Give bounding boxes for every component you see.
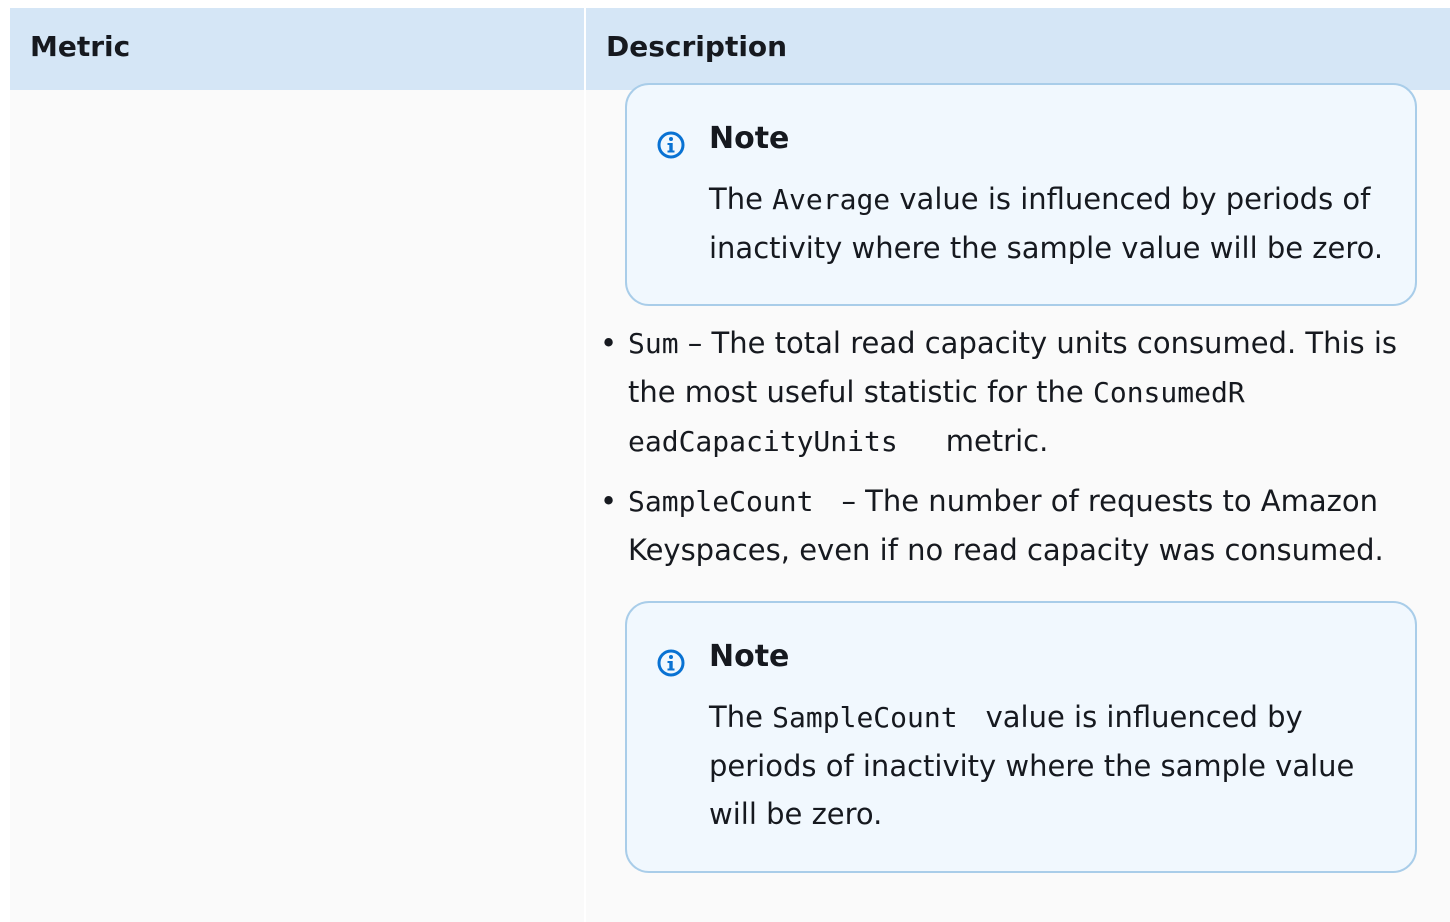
note-text-start: The xyxy=(709,700,773,734)
header-description: Description xyxy=(606,30,788,63)
note-title: Note xyxy=(709,121,790,156)
note-title: Note xyxy=(709,639,790,674)
code-metric-name-part2: eadCapacityUnits xyxy=(628,425,898,458)
bullet-icon: • xyxy=(600,326,618,360)
code-sum: Sum xyxy=(628,327,679,360)
code-samplecount-note: SampleCount xyxy=(772,701,958,734)
note-text: The SampleCount value is influenced by pe… xyxy=(709,693,1399,838)
note-callout-average: Note The Average value is influenced by … xyxy=(625,83,1417,306)
metric-word: metric. xyxy=(945,424,1049,458)
info-circle-icon xyxy=(657,131,685,159)
sum-description: – The total read capacity units consumed… xyxy=(628,326,1398,409)
code-average: Average xyxy=(772,183,891,216)
column-divider xyxy=(584,8,586,922)
table-header: Metric Description xyxy=(10,8,1450,90)
bullet-icon: • xyxy=(600,484,618,518)
code-metric-name-part1: ConsumedR xyxy=(1092,376,1245,409)
statistics-list: • Sum – The total read capacity units co… xyxy=(600,319,1430,585)
code-samplecount: SampleCount xyxy=(628,485,814,518)
header-metric: Metric xyxy=(30,30,131,63)
note-text-start: The xyxy=(709,182,773,216)
info-circle-icon xyxy=(657,649,685,677)
list-item-sum: • Sum – The total read capacity units co… xyxy=(600,319,1430,466)
list-item-samplecount: • SampleCount – The number of requests to… xyxy=(600,477,1430,574)
note-text: The Average value is influenced by perio… xyxy=(709,175,1399,272)
note-callout-samplecount: Note The SampleCount value is influenced … xyxy=(625,601,1417,873)
